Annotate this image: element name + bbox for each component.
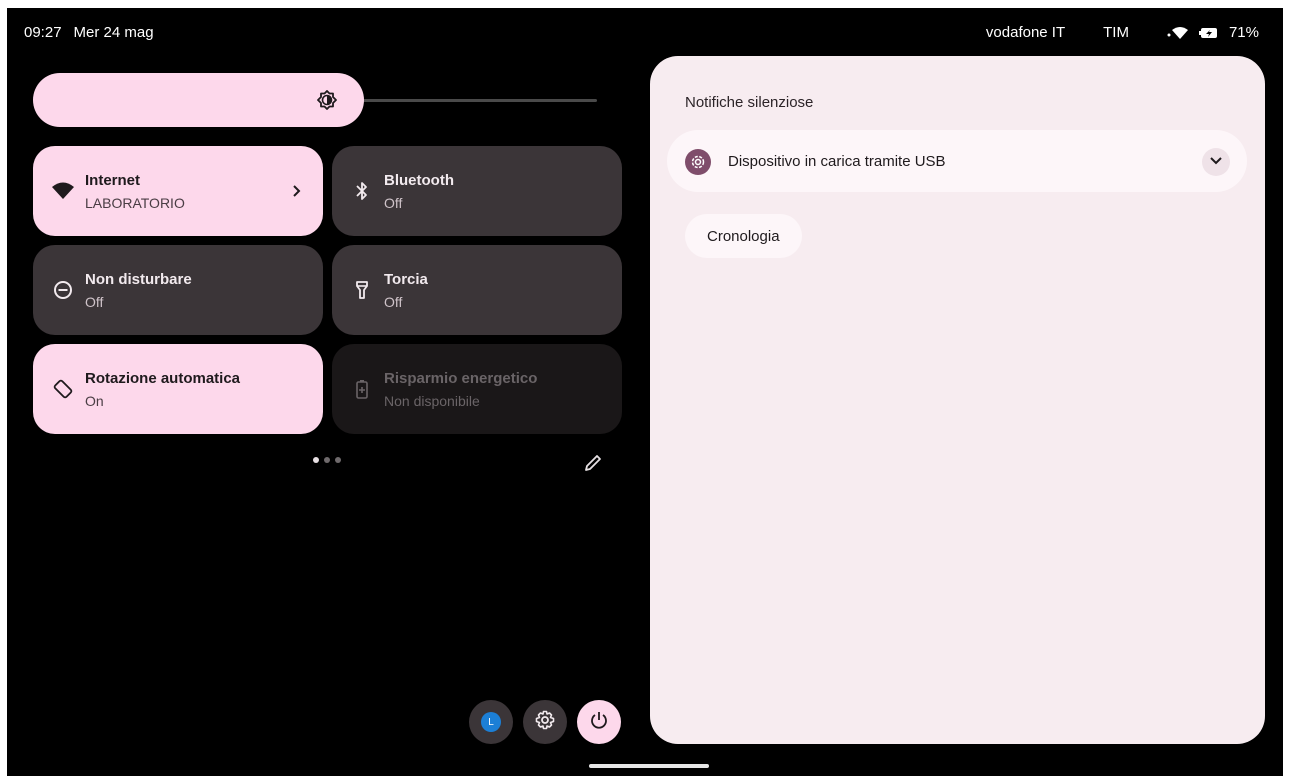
page-dot: [313, 457, 319, 463]
wifi-icon: [51, 179, 75, 203]
usb-settings-icon: [685, 149, 711, 175]
brightness-icon: [317, 90, 337, 110]
tile-dnd-status: Off: [85, 294, 104, 310]
expand-notification-button[interactable]: [1202, 148, 1230, 176]
tile-battery-saver[interactable]: Risparmio energetico Non disponibile: [332, 344, 622, 434]
bluetooth-icon: [350, 179, 374, 203]
tile-auto-rotate-label: Rotazione automatica: [85, 370, 241, 387]
signal-wifi-icon: [1167, 26, 1189, 40]
carrier-2-label: TIM: [1103, 24, 1129, 41]
chevron-right-icon: [289, 181, 305, 201]
tile-battery-saver-status: Non disponibile: [384, 393, 480, 409]
tile-bluetooth-label: Bluetooth: [384, 172, 454, 189]
do-not-disturb-icon: [51, 278, 75, 302]
user-switcher-button[interactable]: L: [469, 700, 513, 744]
status-date: Mer 24 mag: [73, 24, 154, 41]
power-button[interactable]: [577, 700, 621, 744]
tile-do-not-disturb[interactable]: Non disturbare Off: [33, 245, 323, 335]
home-gesture-bar[interactable]: [589, 764, 709, 768]
power-icon: [589, 710, 609, 735]
notification-panel: Notifiche silenziose Dispositivo in cari…: [650, 56, 1265, 744]
chevron-down-icon: [1209, 153, 1223, 171]
auto-rotate-icon: [51, 377, 75, 401]
tile-internet-status: LABORATORIO: [85, 195, 185, 211]
brightness-slider-track[interactable]: [347, 99, 597, 102]
battery-saver-icon: [350, 377, 374, 401]
avatar: L: [481, 712, 501, 732]
tile-bluetooth[interactable]: Bluetooth Off: [332, 146, 622, 236]
carrier-1-label: vodafone IT: [985, 24, 1066, 41]
notification-section-title: Notifiche silenziose: [685, 94, 814, 111]
tile-flashlight-label: Torcia: [384, 271, 428, 288]
notification-text: Dispositivo in carica tramite USB: [728, 153, 946, 170]
page-indicator: [313, 457, 341, 463]
page-dot: [324, 457, 330, 463]
flashlight-icon: [350, 278, 374, 302]
battery-percent: 71%: [1228, 24, 1259, 41]
gear-icon: [535, 710, 555, 735]
page-dot: [335, 457, 341, 463]
tile-internet-label: Internet: [85, 172, 141, 189]
tile-dnd-label: Non disturbare: [85, 271, 192, 288]
notification-item[interactable]: Dispositivo in carica tramite USB: [667, 130, 1247, 192]
battery-charging-icon: [1198, 27, 1219, 39]
status-bar-right: vodafone IT TIM 71%: [986, 24, 1259, 41]
tile-flashlight-status: Off: [384, 294, 403, 310]
status-time: 09:27: [24, 24, 62, 41]
tile-internet[interactable]: Internet LABORATORIO: [33, 146, 323, 236]
tile-auto-rotate-status: On: [85, 393, 104, 409]
brightness-slider[interactable]: [33, 73, 364, 127]
settings-button[interactable]: [523, 700, 567, 744]
tile-battery-saver-label: Risparmio energetico: [384, 370, 538, 387]
status-bar-left: 09:27 Mer 24 mag: [24, 24, 154, 41]
history-button[interactable]: Cronologia: [685, 214, 802, 258]
tile-flashlight[interactable]: Torcia Off: [332, 245, 622, 335]
quick-settings-screen: 09:27 Mer 24 mag vodafone IT TIM 71% Int…: [7, 8, 1283, 776]
edit-pencil-icon[interactable]: [581, 451, 605, 475]
tile-auto-rotate[interactable]: Rotazione automatica On: [33, 344, 323, 434]
tile-bluetooth-status: Off: [384, 195, 403, 211]
